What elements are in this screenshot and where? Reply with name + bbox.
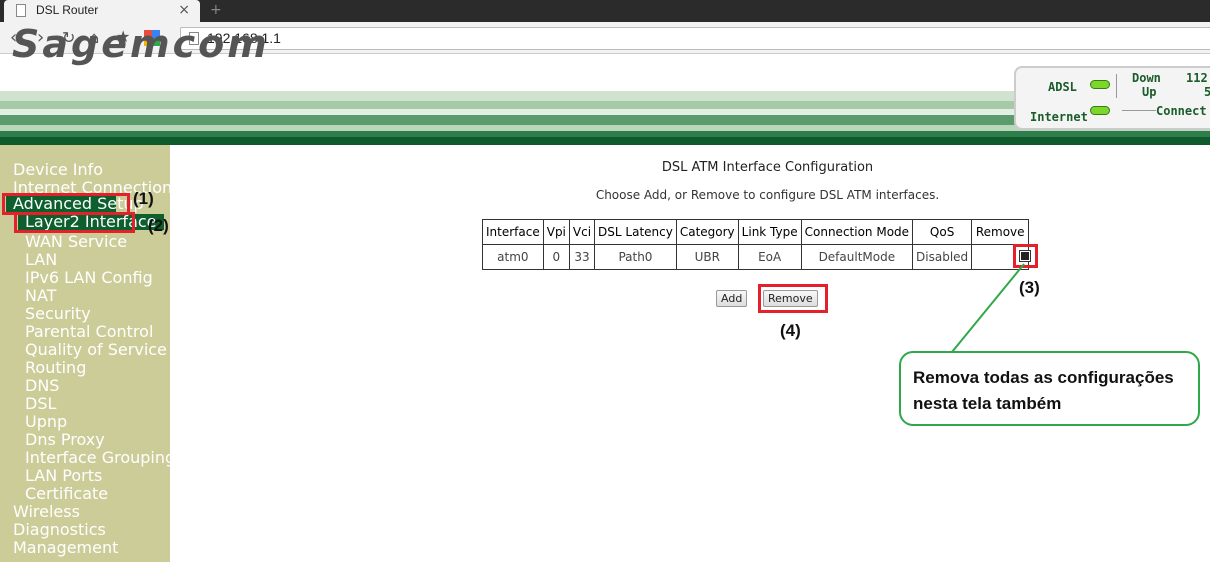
table-cell: EoA: [737, 244, 802, 270]
table-header-row: Interface Vpi Vci DSL Latency Category L…: [482, 219, 1030, 245]
menu-certificate[interactable]: Certificate: [25, 484, 108, 503]
table-cell: UBR: [675, 244, 739, 270]
internet-led-icon: [1090, 106, 1110, 115]
menu-wan-service[interactable]: WAN Service: [25, 232, 127, 251]
menu-wireless[interactable]: Wireless: [13, 502, 80, 521]
column-header: DSL Latency: [594, 219, 677, 245]
address-bar[interactable]: 192.168.1.1: [180, 27, 1210, 50]
menu-parental-control[interactable]: Parental Control: [25, 322, 153, 341]
up-rate: 5: [1204, 85, 1210, 99]
menu-lan[interactable]: LAN: [25, 250, 57, 269]
table-cell: Path0: [594, 244, 677, 270]
new-tab-button[interactable]: +: [210, 2, 222, 18]
column-header: Connection Mode: [800, 219, 914, 245]
column-header: Vpi: [542, 219, 570, 245]
browser-tab[interactable]: DSL Router ×: [4, 0, 200, 22]
menu-quality-of-service[interactable]: Quality of Service: [25, 340, 167, 359]
callout-note: Remova todas as configurações nesta tela…: [899, 351, 1200, 426]
menu-routing[interactable]: Routing: [25, 358, 86, 377]
divider: [1122, 110, 1156, 111]
divider: [1116, 74, 1117, 98]
menu-dns-proxy[interactable]: Dns Proxy: [25, 430, 105, 449]
connect-label: Connect: [1156, 104, 1207, 118]
menu-dsl[interactable]: DSL: [25, 394, 56, 413]
menu-security[interactable]: Security: [25, 304, 91, 323]
page-title: DSL ATM Interface Configuration: [661, 160, 874, 175]
page-description: Choose Add, or Remove to configure DSL A…: [595, 188, 940, 202]
down-rate: 112: [1186, 71, 1208, 85]
down-label: Down: [1132, 71, 1161, 85]
menu-management[interactable]: Management: [13, 538, 118, 557]
callout-pointer: [951, 263, 1025, 353]
internet-label: Internet: [1030, 110, 1088, 124]
step-1-label: (1): [133, 189, 154, 208]
table-cell: DefaultMode: [800, 244, 914, 270]
table-cell: atm0: [482, 244, 544, 270]
column-header: Link Type: [737, 219, 802, 245]
connection-status-panel: ADSL Internet Down Up 112 5 Connect: [1014, 66, 1210, 130]
adsl-label: ADSL: [1048, 80, 1077, 94]
step-2-label: (2): [148, 216, 169, 235]
menu-diagnostics[interactable]: Diagnostics: [13, 520, 106, 539]
menu-ipv6-lan-config[interactable]: IPv6 LAN Config: [25, 268, 153, 287]
column-header: Remove: [971, 219, 1030, 245]
adsl-led-icon: [1090, 80, 1110, 89]
column-header: Vci: [568, 219, 596, 245]
add-button[interactable]: Add: [716, 290, 748, 307]
menu-interface-grouping[interactable]: Interface Grouping: [25, 448, 175, 467]
column-header: Category: [675, 219, 739, 245]
menu-upnp[interactable]: Upnp: [25, 412, 67, 431]
highlight-layer2-interface: [14, 212, 135, 233]
highlight-remove-button: [758, 284, 828, 313]
column-header: QoS: [912, 219, 973, 245]
close-tab-icon[interactable]: ×: [178, 2, 190, 18]
up-label: Up: [1142, 85, 1157, 99]
table-cell: 0: [542, 244, 570, 270]
step-4-label: (4): [780, 321, 801, 340]
tab-title: DSL Router: [36, 3, 99, 17]
sagemcom-logo: Sagemcom: [12, 22, 270, 66]
page-icon: [16, 4, 26, 17]
table-cell: 33: [568, 244, 596, 270]
menu-device-info[interactable]: Device Info: [13, 160, 103, 179]
menu-nat[interactable]: NAT: [25, 286, 56, 305]
menu-dns[interactable]: DNS: [25, 376, 59, 395]
menu-lan-ports[interactable]: LAN Ports: [25, 466, 102, 485]
column-header: Interface: [482, 219, 544, 245]
